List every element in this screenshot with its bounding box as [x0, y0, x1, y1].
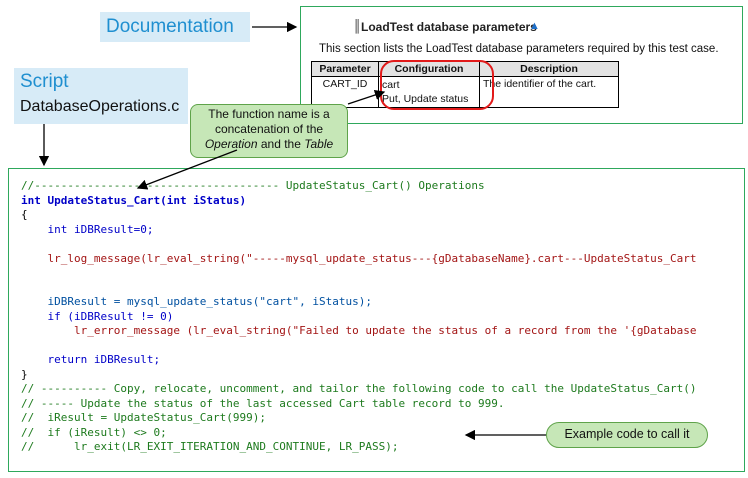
- arrow-callout-to-function: [136, 149, 238, 190]
- connector-arrows: [38, 21, 546, 441]
- arrow-callout-to-config: [347, 89, 386, 105]
